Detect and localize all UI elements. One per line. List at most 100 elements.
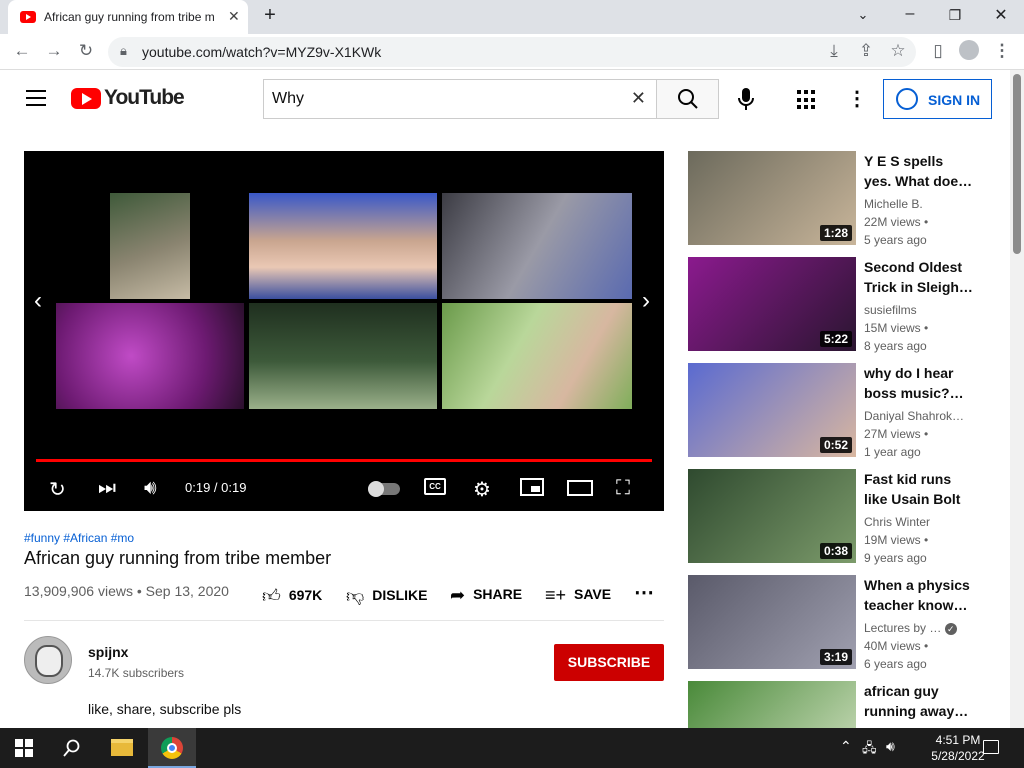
settings-gear-icon[interactable]: ⚙︎ <box>473 477 491 502</box>
related-title[interactable]: When a physics teacher know… <box>864 575 974 615</box>
video-player[interactable]: ‹ › ↻ ⏭︎ 🔊︎ 0:19 / 0:19 CC ⚙︎ ⛶ <box>24 151 664 511</box>
related-title[interactable]: Fast kid runs like Usain Bolt <box>864 469 974 509</box>
subscribe-button[interactable]: SUBSCRIBE <box>554 644 664 681</box>
video-meta: 13,909,906 views • Sep 13, 2020 <box>24 583 229 599</box>
save-button[interactable]: ≡+ SAVE <box>545 585 611 606</box>
related-thumbnail[interactable]: 5:22 <box>688 257 856 351</box>
install-app-icon[interactable]: ⤓ <box>822 41 846 61</box>
replay-icon[interactable]: ↻ <box>49 477 66 502</box>
video-hashtags[interactable]: #funny #African #mo <box>24 531 134 545</box>
video-frame-tile <box>56 303 244 409</box>
youtube-logo-icon[interactable] <box>71 88 101 109</box>
related-video-item[interactable]: 0:52 why do I hear boss music?… Daniyal S… <box>688 363 998 463</box>
related-title[interactable]: Second Oldest Trick in Sleigh… <box>864 257 974 297</box>
related-title[interactable]: Y E S spells yes. What doe… <box>864 151 974 191</box>
related-age: 1 year ago <box>864 445 921 459</box>
related-thumbnail[interactable]: 0:38 <box>688 469 856 563</box>
related-thumbnail[interactable]: 0:52 <box>688 363 856 457</box>
hamburger-menu-icon[interactable] <box>26 90 46 106</box>
related-video-item[interactable]: 1:28 Y E S spells yes. What doe… Michelle… <box>688 151 998 251</box>
search-button[interactable] <box>656 79 719 119</box>
address-bar[interactable]: 🔒︎ youtube.com/watch?v=MYZ9v-X1KWk <box>108 37 916 67</box>
video-title: African guy running from tribe member <box>24 548 332 568</box>
video-frame-tile <box>249 193 437 299</box>
section-divider <box>24 620 664 621</box>
previous-arrow-icon[interactable]: ‹ <box>34 287 42 315</box>
more-actions-icon[interactable]: ⋯ <box>634 580 654 605</box>
microphone-icon[interactable] <box>734 86 758 112</box>
autoplay-toggle[interactable] <box>368 479 400 497</box>
progress-bar[interactable] <box>36 459 652 462</box>
share-page-icon[interactable]: ⇪ <box>854 41 878 61</box>
related-thumbnail[interactable] <box>688 681 856 728</box>
chrome-taskbar-button[interactable] <box>148 728 196 768</box>
tab-close-icon[interactable]: ✕ <box>228 8 240 25</box>
tray-chevron-icon[interactable]: ⌃ <box>840 738 852 755</box>
related-channel[interactable]: Chris Winter <box>864 515 974 529</box>
next-arrow-icon[interactable]: › <box>642 287 650 315</box>
youtube-header: YouTube Why ✕ ⋮ SIGN IN <box>0 70 1010 128</box>
volume-tray-icon[interactable]: 🔊︎ <box>886 738 895 755</box>
related-title[interactable]: why do I hear boss music?… <box>864 363 974 403</box>
reload-icon[interactable]: ↻ <box>74 41 98 61</box>
apps-grid-icon[interactable] <box>797 90 817 110</box>
related-channel[interactable]: Daniyal Shahrok… <box>864 409 974 423</box>
notification-icon[interactable] <box>983 740 999 754</box>
video-duration: 1:28 <box>819 225 852 241</box>
browser-tab[interactable]: African guy running from tribe m ✕ <box>8 0 248 34</box>
related-title[interactable]: african guy running away… <box>864 681 974 721</box>
youtube-logo-text[interactable]: YouTube <box>104 86 185 110</box>
profile-icon[interactable] <box>957 40 981 60</box>
thumbs-down-icon: 👎︎ <box>346 586 365 606</box>
channel-name[interactable]: spijnx <box>88 644 128 660</box>
dislike-button[interactable]: 👎︎ DISLIKE <box>346 585 428 607</box>
network-icon[interactable]: 🖧︎ <box>862 739 877 761</box>
fullscreen-icon[interactable]: ⛶ <box>616 477 630 500</box>
minimize-icon[interactable]: – <box>895 5 925 23</box>
sign-in-button[interactable]: SIGN IN <box>883 79 992 119</box>
related-thumbnail[interactable]: 1:28 <box>688 151 856 245</box>
bookmark-star-icon[interactable]: ☆ <box>886 41 910 61</box>
forward-icon[interactable]: → <box>42 41 66 61</box>
file-explorer-icon[interactable] <box>111 739 133 756</box>
restore-icon[interactable]: ❐ <box>940 7 970 24</box>
back-icon[interactable]: ← <box>10 41 34 61</box>
video-description: like, share, subscribe pls <box>88 701 242 717</box>
related-video-item[interactable]: african guy running away… <box>688 681 998 728</box>
next-video-icon[interactable]: ⏭︎ <box>98 477 116 500</box>
related-channel[interactable]: susiefilms <box>864 303 974 317</box>
share-button[interactable]: ➦ SHARE <box>450 585 522 606</box>
new-tab-icon[interactable]: + <box>255 4 285 27</box>
video-frame-tile <box>249 303 437 409</box>
search-input[interactable]: Why ✕ <box>263 79 656 119</box>
theater-mode-icon[interactable] <box>567 480 593 496</box>
settings-more-icon[interactable]: ⋮ <box>847 86 867 111</box>
clear-search-icon[interactable]: ✕ <box>631 88 646 109</box>
side-panel-icon[interactable]: ▯ <box>926 41 950 61</box>
scrollbar-thumb[interactable] <box>1013 74 1021 254</box>
browser-menu-icon[interactable]: ⋮ <box>990 41 1014 61</box>
taskbar-date[interactable]: 5/28/2022 <box>928 749 988 763</box>
taskbar-time[interactable]: 4:51 PM <box>933 733 983 747</box>
volume-icon[interactable]: 🔊︎ <box>144 477 157 500</box>
related-age: 6 years ago <box>864 657 927 671</box>
tab-search-icon[interactable]: ⌄ <box>848 7 878 23</box>
window-close-icon[interactable]: ✕ <box>986 5 1016 25</box>
related-views: 40M views • <box>864 639 929 653</box>
video-duration: 5:22 <box>819 331 852 347</box>
miniplayer-icon[interactable] <box>520 478 544 496</box>
tab-title: African guy running from tribe m <box>44 10 215 24</box>
related-channel[interactable]: Lectures by … ✓ <box>864 621 974 635</box>
browser-tab-strip: African guy running from tribe m ✕ + ⌄ –… <box>0 0 1024 34</box>
windows-start-icon[interactable] <box>15 739 33 757</box>
related-channel[interactable]: Michelle B. <box>864 197 974 211</box>
channel-avatar[interactable] <box>24 636 72 684</box>
taskbar-search-icon[interactable] <box>63 739 81 757</box>
related-thumbnail[interactable]: 3:19 <box>688 575 856 669</box>
like-button[interactable]: 👍︎ 697K <box>262 585 322 607</box>
captions-icon[interactable]: CC <box>424 478 446 495</box>
related-video-item[interactable]: 5:22 Second Oldest Trick in Sleigh… susie… <box>688 257 998 357</box>
related-video-item[interactable]: 0:38 Fast kid runs like Usain Bolt Chris … <box>688 469 998 569</box>
related-video-item[interactable]: 3:19 When a physics teacher know… Lecture… <box>688 575 998 675</box>
save-label: SAVE <box>574 586 612 602</box>
